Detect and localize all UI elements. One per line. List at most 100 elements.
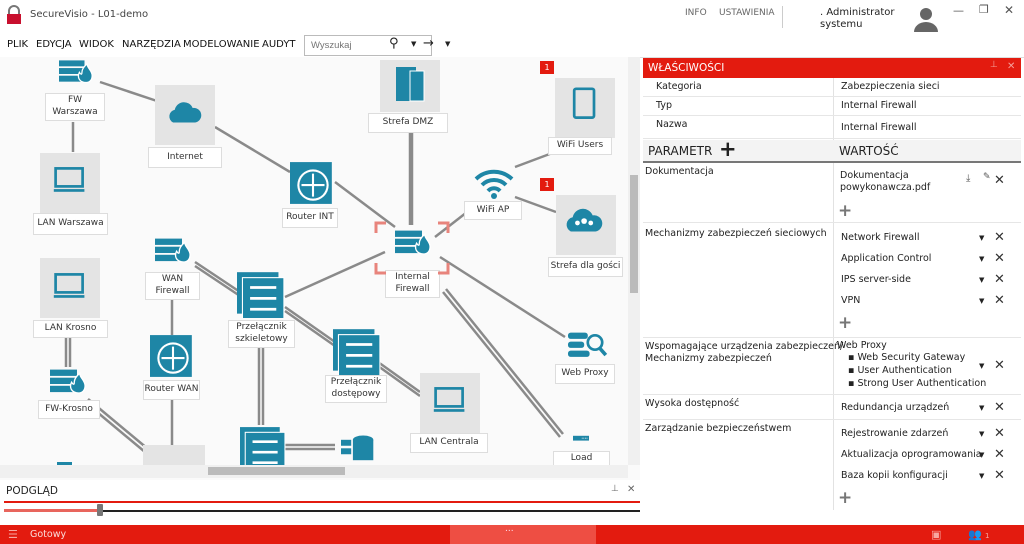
vertical-scroll-thumb[interactable] [630, 175, 638, 293]
add-parameter-button[interactable]: + [719, 137, 737, 161]
proxy-icon [568, 332, 608, 357]
info-link[interactable]: INFO [685, 8, 707, 18]
remove-icon[interactable]: ✕ [994, 469, 1005, 482]
users-icon[interactable]: 👥 [968, 528, 982, 541]
more-indicator: ... [505, 524, 514, 534]
value-select[interactable]: Application Control [841, 253, 931, 264]
subitem-text: Web Security Gateway [857, 352, 966, 363]
close-icon[interactable]: ✕ [1007, 61, 1015, 72]
notification-icon[interactable]: ▣ [931, 528, 941, 541]
search-options-dropdown[interactable]: ▼ [411, 40, 416, 48]
value-select[interactable]: Rejestrowanie zdarzeń [841, 428, 948, 439]
alert-badge[interactable]: 1 [540, 178, 554, 191]
app-logo-icon [7, 5, 21, 24]
remove-icon[interactable]: ✕ [994, 427, 1005, 440]
node-label: Router WAN [143, 380, 200, 400]
add-value-button[interactable]: + [838, 488, 852, 508]
monitor-icon [433, 387, 465, 412]
connection-line [214, 125, 291, 174]
user-name: . Administrator [820, 7, 895, 18]
menu-edycja[interactable]: EDYCJA [36, 39, 72, 50]
value-select[interactable]: Redundancja urządzeń [841, 402, 949, 413]
horizontal-scroll-thumb[interactable] [208, 467, 345, 475]
vertical-scrollbar[interactable] [628, 57, 640, 465]
value-select[interactable]: VPN [841, 295, 860, 306]
node-label: WiFi Users [548, 137, 612, 155]
search-icon[interactable]: ⚲ [389, 36, 399, 51]
menu-plik[interactable]: PLIK [7, 39, 28, 50]
value-select[interactable]: Aktualizacja oprogramowania [841, 449, 982, 460]
restore-button[interactable]: ❐ [979, 3, 989, 16]
node-label: Web Proxy [555, 364, 615, 384]
subitem-text: User Authentication [857, 365, 952, 376]
remove-icon[interactable]: ✕ [994, 401, 1005, 414]
go-options-dropdown[interactable]: ▼ [445, 40, 450, 48]
value-select[interactable]: IPS server-side [841, 274, 911, 285]
selection-handles[interactable] [374, 221, 450, 275]
menu-audyt[interactable]: AUDYT [262, 39, 296, 50]
add-value-button[interactable]: + [838, 201, 852, 221]
node-label: Przełącznik szkieletowy [228, 320, 295, 348]
pin-icon[interactable]: ⊥ [990, 60, 998, 70]
remove-icon[interactable]: ✕ [994, 273, 1005, 286]
horizontal-scrollbar[interactable] [0, 465, 628, 478]
cloud-icon [169, 102, 202, 123]
search-input[interactable] [311, 38, 386, 53]
dropdown-icon[interactable]: ▼ [979, 362, 984, 370]
dropdown-icon[interactable]: ▼ [979, 255, 984, 263]
remove-icon[interactable]: ✕ [994, 294, 1005, 307]
diagram-canvas[interactable]: FW Warszawa Internet LAN Warszawa Strefa DM… [0, 57, 640, 480]
param-row: Zarządzanie bezpieczeństwem Rejestrowani… [643, 420, 1021, 510]
avatar[interactable] [912, 5, 940, 32]
status-bar: ☰ Gotowy ... ▣ 👥 1 [0, 524, 1024, 544]
remove-icon[interactable]: ✕ [994, 448, 1005, 461]
value-select[interactable]: Baza kopii konfiguracji [841, 470, 948, 481]
value-select[interactable]: Network Firewall [841, 232, 920, 243]
dropdown-icon[interactable]: ▼ [979, 430, 984, 438]
remove-icon[interactable]: ✕ [994, 231, 1005, 244]
dropdown-icon[interactable]: ▼ [979, 472, 984, 480]
firewall-icon [155, 238, 191, 263]
server-icon [396, 67, 425, 102]
load-balancer-icon [573, 435, 589, 441]
menu-narzedzia[interactable]: NARZĘDZIA [122, 39, 181, 50]
node-label: Strefa DMZ [368, 113, 448, 133]
settings-link[interactable]: USTAWIENIA [719, 8, 775, 18]
go-arrow-icon[interactable]: → [423, 36, 434, 51]
menu-icon[interactable]: ☰ [8, 528, 18, 541]
zoom-slider-handle[interactable] [97, 504, 103, 516]
download-icon[interactable]: ⤓ [966, 173, 970, 184]
dropdown-icon[interactable]: ▼ [979, 234, 984, 242]
close-window-button[interactable]: ✕ [1004, 3, 1014, 17]
preview-panel: PODGLĄD ⊥ ✕ [0, 480, 640, 516]
close-icon[interactable]: ✕ [627, 484, 635, 495]
document-link[interactable]: Dokumentacja powykonawcza.pdf [840, 170, 930, 195]
node-label: FW-Krosno [38, 400, 100, 419]
dropdown-icon[interactable]: ▼ [979, 297, 984, 305]
alert-badge[interactable]: 1 [540, 61, 554, 74]
menu-modelowanie[interactable]: MODELOWANIE [183, 39, 260, 50]
pin-icon[interactable]: ⊥ [611, 484, 619, 494]
minimize-button[interactable]: — [953, 4, 964, 17]
properties-title: WŁAŚCIWOŚCI [648, 62, 725, 74]
name-field[interactable]: Internal Firewall [841, 122, 916, 133]
cloud-users-icon [566, 208, 603, 232]
monitor-icon [53, 273, 85, 298]
add-value-button[interactable]: + [838, 313, 852, 333]
edit-icon[interactable]: ✎ [983, 172, 991, 182]
value-select[interactable]: Web Proxy [837, 340, 887, 351]
dropdown-icon[interactable]: ▼ [979, 276, 984, 284]
db-icon [341, 435, 374, 461]
menu-widok[interactable]: WIDOK [79, 39, 114, 50]
status-center-panel[interactable]: ... [450, 524, 596, 544]
connection-line [284, 250, 386, 299]
property-value: Internal Firewall [841, 100, 917, 111]
remove-icon[interactable]: ✕ [994, 252, 1005, 265]
properties-panel: WŁAŚCIWOŚCI ⊥ ✕ Kategoria Zabezpieczenia … [643, 58, 1021, 510]
switch-icon [333, 329, 381, 375]
dropdown-icon[interactable]: ▼ [979, 451, 984, 459]
remove-icon[interactable]: ✕ [994, 359, 1005, 372]
firewall-icon [59, 60, 93, 84]
remove-icon[interactable]: ✕ [994, 174, 1005, 187]
dropdown-icon[interactable]: ▼ [979, 404, 984, 412]
